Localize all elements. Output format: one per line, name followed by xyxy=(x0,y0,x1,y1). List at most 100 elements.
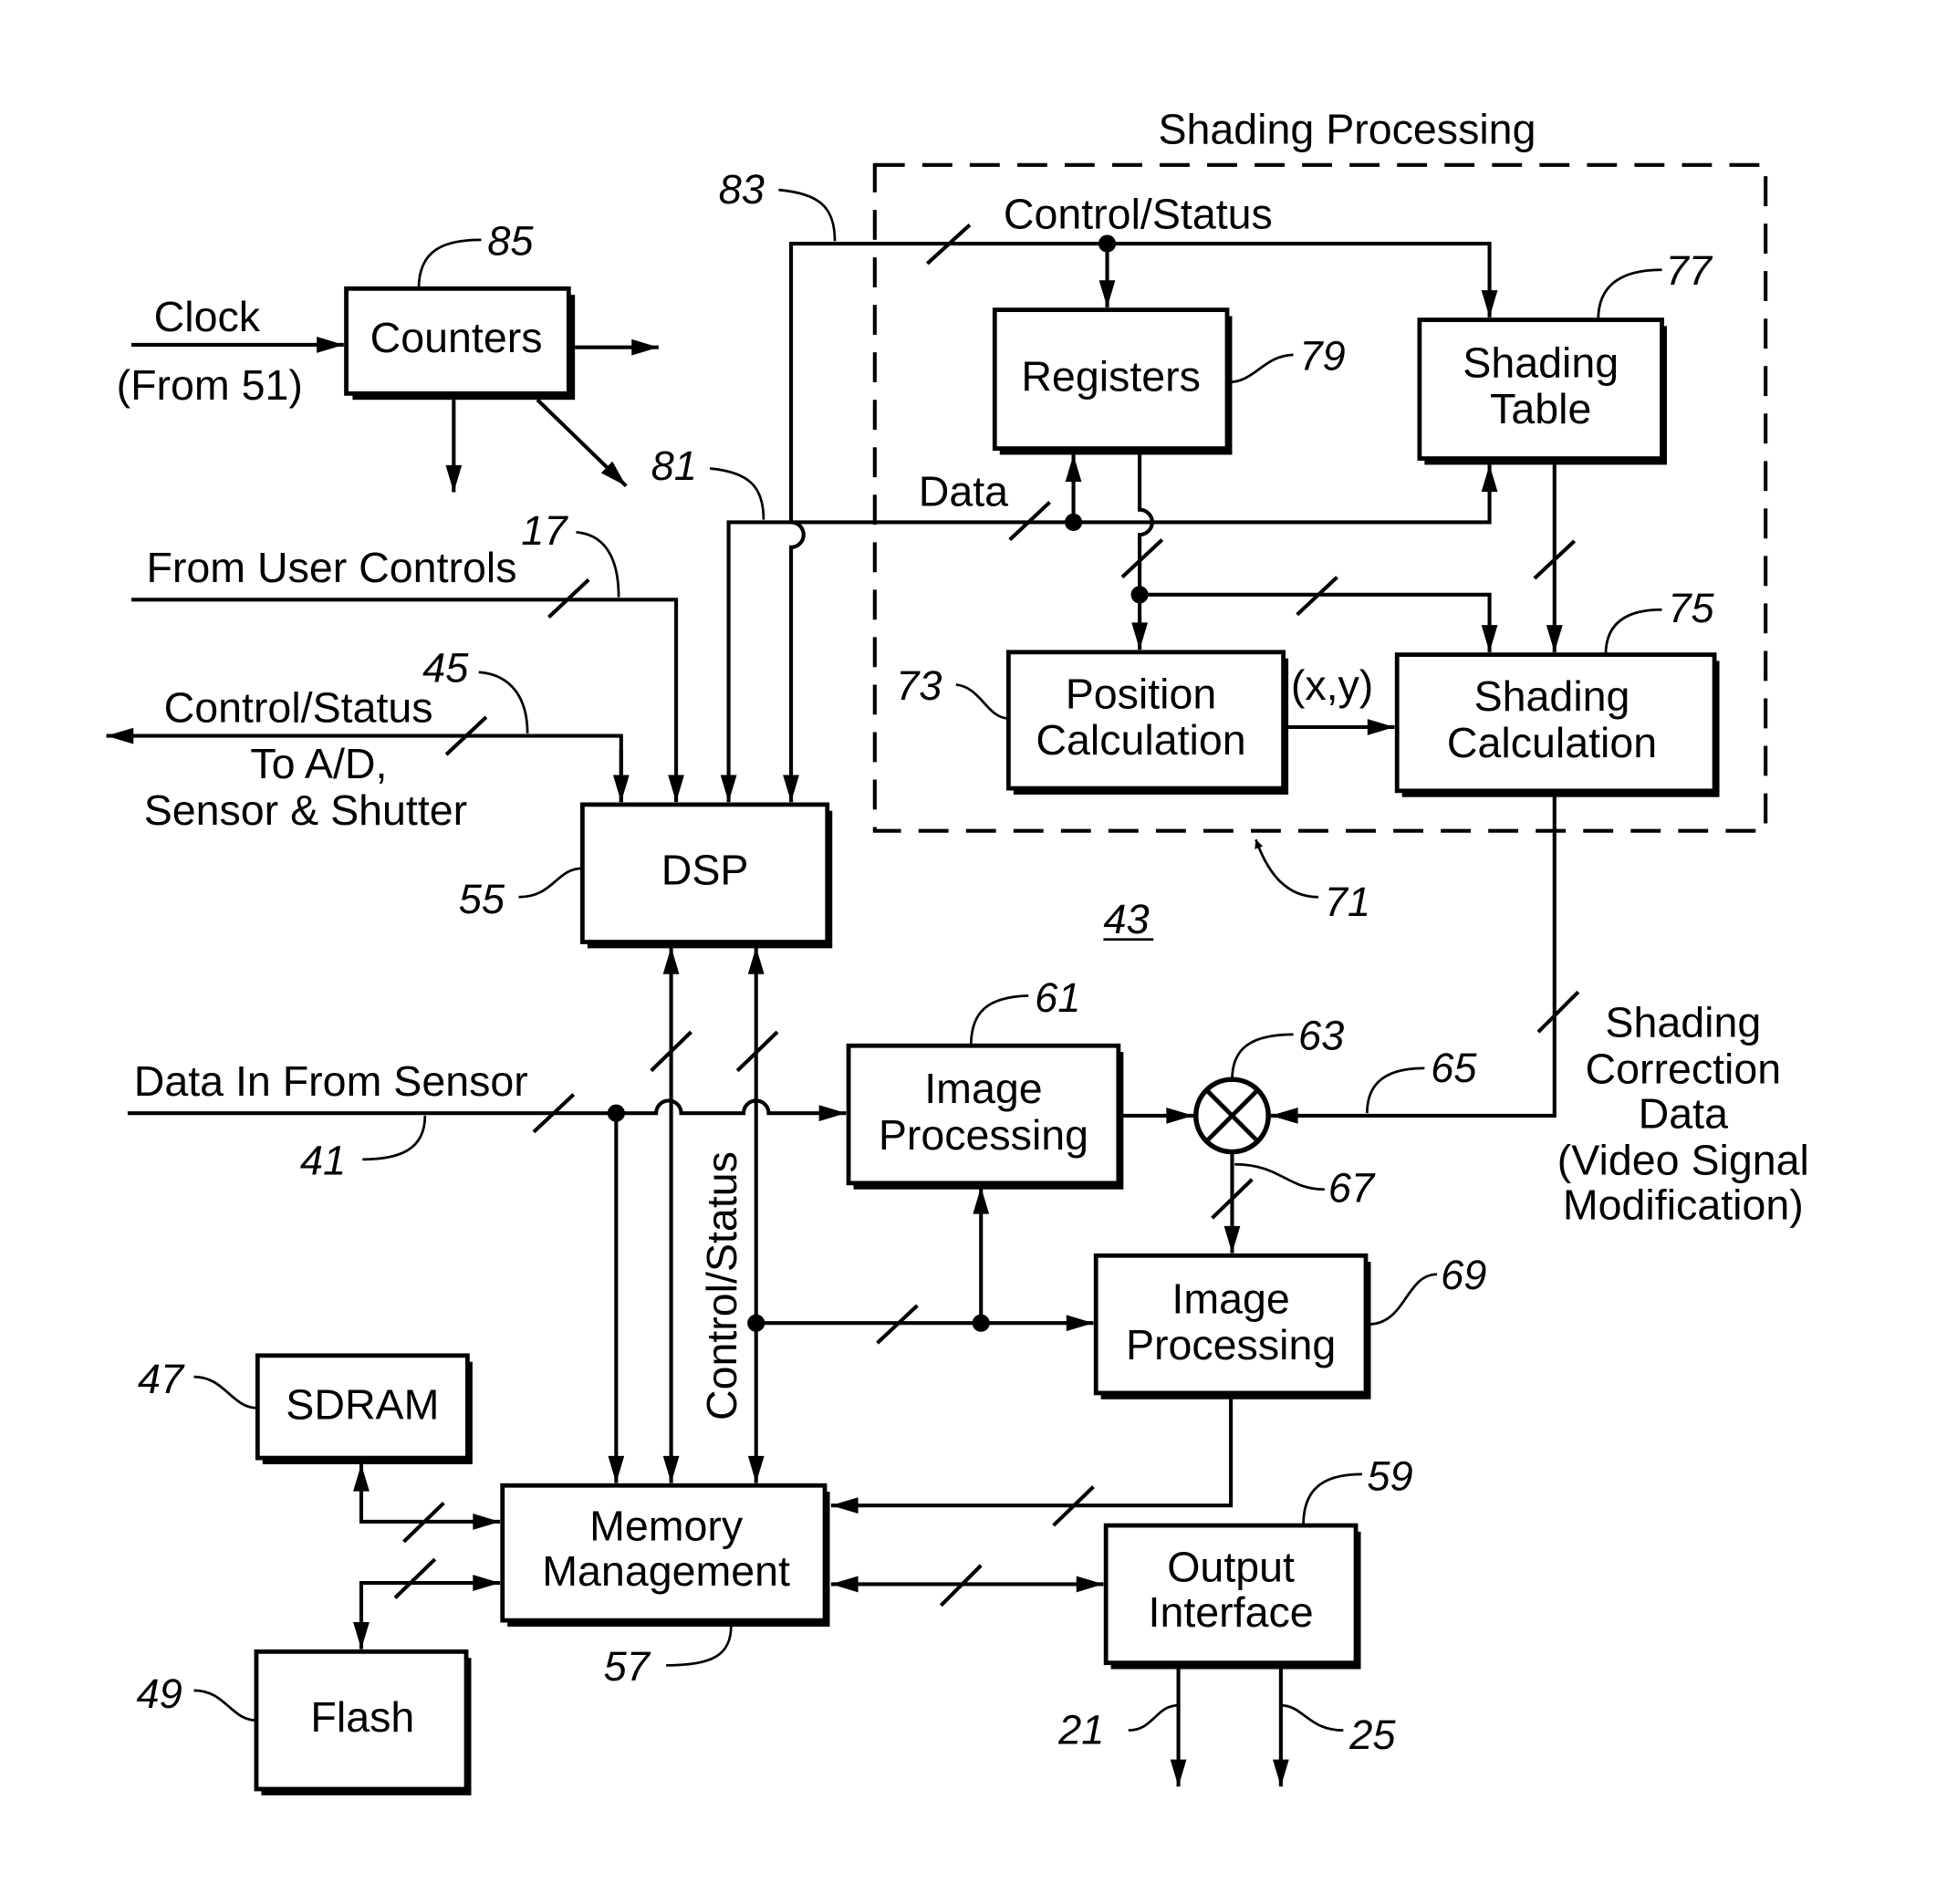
user-controls-label: From User Controls xyxy=(146,544,516,591)
image-proc-61-line2: Processing xyxy=(879,1111,1088,1159)
image-proc-69-line1: Image xyxy=(1171,1275,1289,1322)
leader-81 xyxy=(709,467,765,520)
shading-calc-line1: Shading xyxy=(1474,672,1630,720)
ref-85: 85 xyxy=(487,217,534,264)
leader-65 xyxy=(1365,1066,1425,1114)
ref-73: 73 xyxy=(896,662,942,709)
ref-21: 21 xyxy=(1057,1707,1104,1753)
sdram-label: SDRAM xyxy=(286,1381,439,1429)
ref-71: 71 xyxy=(1325,879,1370,925)
output-line2: Interface xyxy=(1149,1588,1314,1636)
to-ad-label: To A/D, xyxy=(250,740,387,787)
shading-calc-block[interactable]: Shading Calculation xyxy=(1394,652,1720,797)
bus-slash xyxy=(1120,538,1164,579)
position-calc-leader xyxy=(955,683,1009,720)
block-diagram: Shading Processing Counters 85 Clock (Fr… xyxy=(106,105,1809,1795)
ref-45: 45 xyxy=(422,645,469,692)
shading-correction-label-2: Correction xyxy=(1585,1045,1781,1092)
ref-77: 77 xyxy=(1666,247,1713,294)
counters-label: Counters xyxy=(370,314,543,361)
control-status-vertical-label: Control/Status xyxy=(698,1151,745,1420)
sdram-block[interactable]: SDRAM xyxy=(255,1353,473,1464)
image-proc-61-line1: Image xyxy=(924,1065,1042,1112)
leader-47 xyxy=(193,1375,258,1410)
dsp-label: DSP xyxy=(661,847,749,894)
bus-slash xyxy=(1536,990,1580,1034)
position-calc-block[interactable]: Position Calculation xyxy=(1005,650,1289,795)
ref-67: 67 xyxy=(1328,1164,1376,1211)
ref-69: 69 xyxy=(1441,1252,1486,1298)
ref-63: 63 xyxy=(1298,1012,1344,1058)
ref-61: 61 xyxy=(1035,974,1080,1021)
ref-83: 83 xyxy=(719,166,765,213)
ref-57: 57 xyxy=(604,1643,651,1690)
shading-table-block[interactable]: Shading Table xyxy=(1417,317,1668,465)
ref-17: 17 xyxy=(521,507,568,554)
ref-81: 81 xyxy=(651,442,697,489)
dsp-leader xyxy=(518,867,583,899)
memory-line2: Management xyxy=(542,1547,790,1595)
clock-label: Clock xyxy=(154,293,261,340)
xy-label: (x,y) xyxy=(1291,661,1373,709)
data-in-label: Data In From Sensor xyxy=(134,1057,528,1105)
leader-41 xyxy=(362,1115,427,1161)
image-proc-to-memory xyxy=(830,1392,1234,1514)
flash-memory-bus xyxy=(353,1575,500,1649)
leader-63 xyxy=(1231,1033,1294,1080)
ref-49: 49 xyxy=(136,1670,182,1717)
ref-43: 43 xyxy=(1103,896,1149,942)
leader-25 xyxy=(1280,1703,1344,1732)
registers-label: Registers xyxy=(1021,353,1201,401)
leader-71 xyxy=(1255,838,1318,899)
ref-41: 41 xyxy=(300,1137,346,1183)
shading-table-line1: Shading xyxy=(1463,339,1619,387)
control-status-top-label: Control/Status xyxy=(1004,191,1273,238)
shading-correction-label-1: Shading xyxy=(1605,999,1761,1046)
leader-61 xyxy=(969,994,1029,1046)
leader-21 xyxy=(1128,1703,1179,1732)
registers-block[interactable]: Registers xyxy=(992,307,1233,455)
output-interface-block[interactable]: Output Interface xyxy=(1103,1523,1361,1670)
shading-table-leader xyxy=(1597,268,1662,320)
leader-83 xyxy=(778,188,837,242)
shading-calc-leader xyxy=(1604,608,1662,655)
data-label: Data xyxy=(919,468,1008,515)
shading-correction-label-3: Data xyxy=(1639,1090,1728,1138)
flash-block[interactable]: Flash xyxy=(254,1649,472,1795)
ref-75: 75 xyxy=(1668,585,1714,631)
leader-57 xyxy=(666,1625,733,1667)
control-status-left-label: Control/Status xyxy=(164,684,433,732)
image-proc-69-line2: Processing xyxy=(1126,1321,1336,1368)
multiplier-63 xyxy=(1193,1077,1271,1155)
ref-47: 47 xyxy=(138,1356,185,1402)
position-calc-line1: Position xyxy=(1066,670,1217,717)
memory-management-block[interactable]: Memory Management xyxy=(500,1483,830,1627)
position-calc-line2: Calculation xyxy=(1036,716,1245,764)
ref-25: 25 xyxy=(1348,1712,1396,1758)
from51-label: (From 51) xyxy=(117,361,303,409)
dsp-block[interactable]: DSP xyxy=(579,802,833,949)
leader-69 xyxy=(1368,1273,1438,1326)
image-processing-69-block[interactable]: Image Processing xyxy=(1093,1253,1371,1399)
leader-45 xyxy=(478,671,529,734)
counters-leader xyxy=(417,238,482,289)
output-line1: Output xyxy=(1167,1544,1295,1591)
leader-59 xyxy=(1302,1472,1362,1526)
ref-55: 55 xyxy=(459,876,505,922)
shading-correction-line xyxy=(1270,790,1557,1124)
shading-processing-title: Shading Processing xyxy=(1158,105,1536,152)
shading-correction-label-4: (Video Signal xyxy=(1557,1136,1809,1183)
ref-59: 59 xyxy=(1367,1453,1412,1500)
shading-table-line2: Table xyxy=(1490,385,1591,432)
shading-correction-label-5: Modification) xyxy=(1563,1181,1804,1229)
leader-49 xyxy=(193,1689,257,1722)
junction-dot xyxy=(1064,513,1083,532)
bus-slash xyxy=(393,1557,437,1599)
registers-leader xyxy=(1226,353,1294,384)
shading-calc-line2: Calculation xyxy=(1447,719,1657,766)
junction-dot xyxy=(1098,234,1117,253)
counters-block[interactable]: Counters xyxy=(344,286,576,401)
image-processing-61-block[interactable]: Image Processing xyxy=(846,1043,1124,1190)
memory-line1: Memory xyxy=(589,1502,744,1549)
flash-label: Flash xyxy=(310,1693,414,1741)
